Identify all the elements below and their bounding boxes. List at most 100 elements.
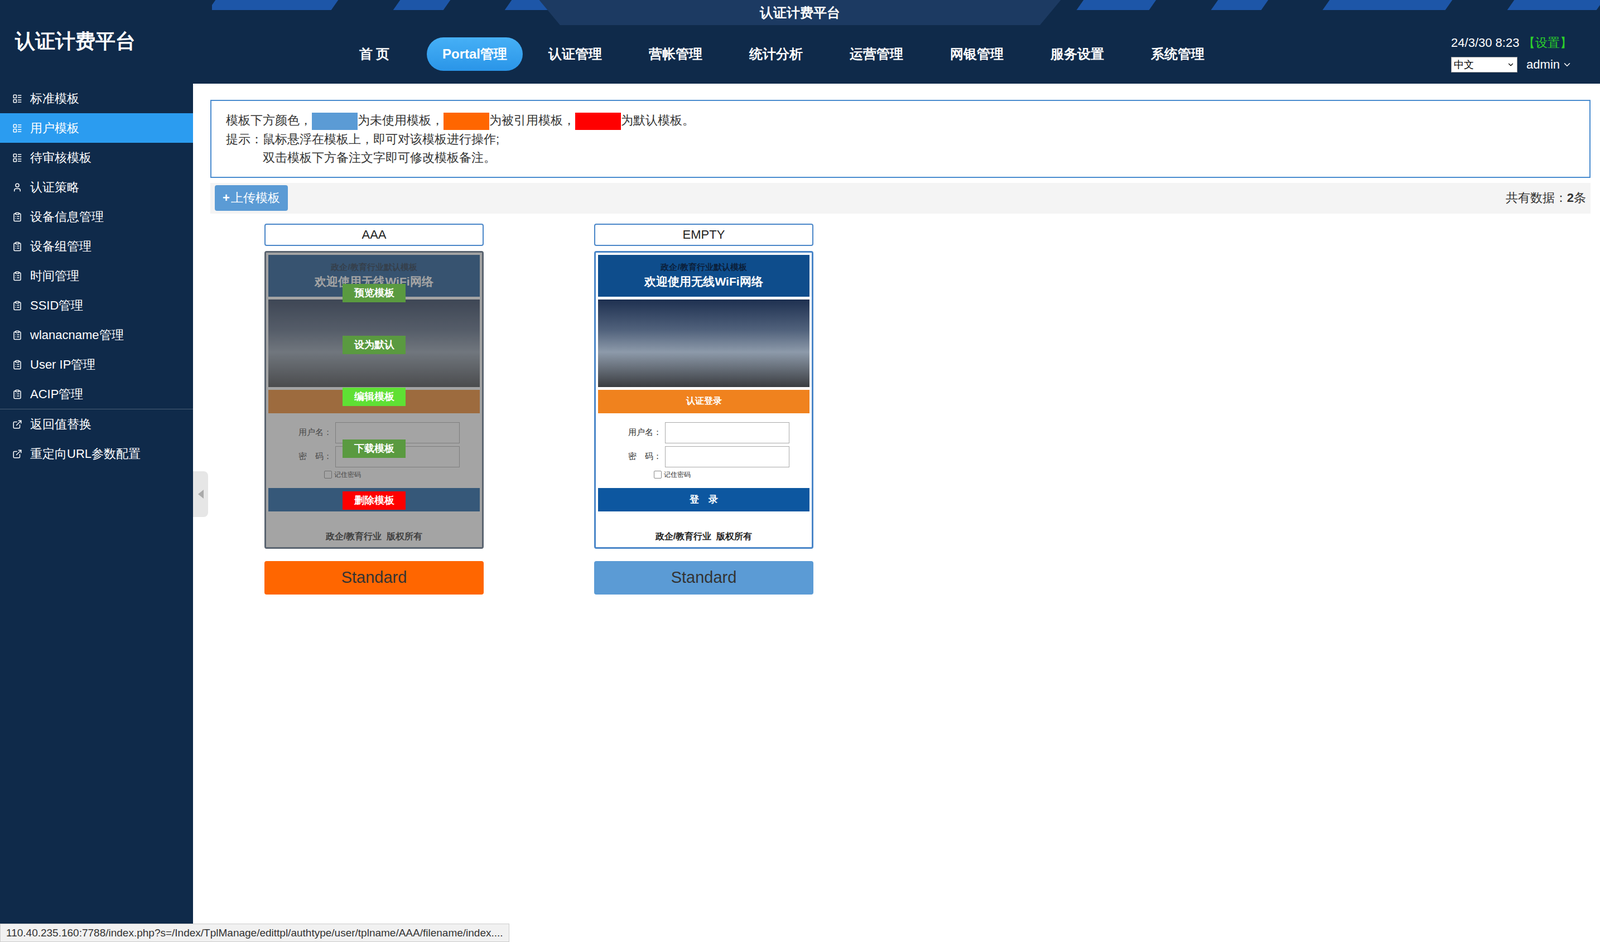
nav-item[interactable]: 网银管理 <box>928 37 1025 71</box>
template-action-button[interactable]: 预览模板 <box>342 283 406 303</box>
preview-form: 用户名： 密 码： 记住密码 <box>598 416 810 480</box>
sidebar-item[interactable]: 用户模板 <box>0 113 194 143</box>
preview-field-label: 用户名： <box>622 427 662 438</box>
toolbar: +上传模板 共有数据：2条 <box>210 182 1591 214</box>
sidebar-item[interactable]: 设备信息管理 <box>0 201 194 232</box>
preview-subtitle: 政企/教育行业默认模板 <box>660 262 747 273</box>
nav-item[interactable]: 系统管理 <box>1129 37 1226 71</box>
nav-item[interactable]: Portal管理 <box>426 37 523 71</box>
list-icon <box>12 152 23 163</box>
clipboard-icon <box>12 241 23 252</box>
template-list: AAA 政企/教育行业默认模板欢迎使用无线WiFi网络认证登录用户名： 密 码： 记住… <box>210 223 1591 595</box>
top-header: 认证计费平台认证计费平台首 页Portal管理认证管理营帐管理统计分析运营管理网… <box>0 0 1600 84</box>
sidebar-item[interactable]: ACIP管理 <box>0 379 194 409</box>
nav-item[interactable]: 首 页 <box>326 37 423 71</box>
preview-field-row: 用户名： <box>598 422 810 444</box>
nav-item[interactable]: 营帐管理 <box>627 37 724 71</box>
template-action-button[interactable]: 删除模板 <box>342 491 406 510</box>
template-preview[interactable]: 政企/教育行业默认模板欢迎使用无线WiFi网络认证登录用户名：密 码：记住密码登… <box>264 251 484 549</box>
sidebar-item[interactable]: 待审核模板 <box>0 142 194 173</box>
banner-stripe <box>1076 0 1157 11</box>
template-preview[interactable]: 政企/教育行业默认模板欢迎使用无线WiFi网络认证登录用户名： 密 码： 记住密码登… <box>594 251 814 549</box>
template-action-button[interactable]: 编辑模板 <box>342 387 406 407</box>
sidebar-item[interactable]: User IP管理 <box>0 349 194 380</box>
user-row: 中文 admin <box>1451 56 1573 73</box>
sidebar-item[interactable]: 标准模板 <box>0 83 194 114</box>
banner-stripe <box>392 0 451 11</box>
sidebar-item[interactable]: SSID管理 <box>0 290 194 321</box>
external-link-icon <box>12 419 23 430</box>
template-name: EMPTY <box>594 223 814 247</box>
template-name: AAA <box>264 223 484 247</box>
preview-field-row: 密 码： <box>598 446 810 468</box>
preview-username-input <box>664 422 790 444</box>
legend-swatch <box>311 112 358 130</box>
chevron-down-icon <box>1562 59 1573 70</box>
preview-login-button: 登 录 <box>598 488 810 512</box>
app-page: 认证计费平台认证计费平台首 页Portal管理认证管理营帐管理统计分析运营管理网… <box>0 0 1600 942</box>
tips: 提示：鼠标悬浮在模板上，即可对该模板进行操作;双击模板下方备注文字即可修改模板备… <box>225 129 1575 167</box>
chevron-down-icon <box>1506 60 1515 69</box>
clipboard-icon <box>12 211 23 223</box>
nav-item[interactable]: 运营管理 <box>828 37 925 71</box>
content: 模板下方颜色，为未使用模板，为被引用模板，为默认模板。提示：鼠标悬浮在模板上，即… <box>193 83 1600 942</box>
clipboard-icon <box>12 330 23 341</box>
banner-stripe <box>1507 0 1600 11</box>
nav-item[interactable]: 认证管理 <box>527 37 624 71</box>
template-note[interactable]: Standard <box>594 561 814 595</box>
nav-item[interactable]: 服务设置 <box>1029 37 1126 71</box>
preview-header: 政企/教育行业默认模板欢迎使用无线WiFi网络 <box>598 254 810 297</box>
tip-text: 鼠标悬浮在模板上，即可对该模板进行操作; <box>262 129 500 149</box>
external-link-icon <box>12 449 23 460</box>
legend-swatch <box>443 112 490 130</box>
preview-remember: 记住密码 <box>598 470 810 480</box>
app-logo: 认证计费平台 <box>0 0 194 84</box>
legend-swatch <box>575 112 621 130</box>
settings-link[interactable]: 【设置】 <box>1523 35 1573 50</box>
preview-footer: 政企/教育行业 版权所有 <box>598 531 810 546</box>
nav-item[interactable]: 统计分析 <box>728 37 824 71</box>
clipboard-icon <box>12 271 23 282</box>
template-action-button[interactable]: 下载模板 <box>342 439 406 459</box>
sidebar-item[interactable]: 认证策略 <box>0 172 194 202</box>
clipboard-icon <box>12 389 23 400</box>
header-right: 24/3/30 8:23 【设置】中文 admin <box>1451 0 1600 84</box>
sidebar-item[interactable]: 重定向URL参数配置 <box>0 439 194 469</box>
template-action-button[interactable]: 设为默认 <box>342 335 406 355</box>
preview-password-input <box>664 446 790 468</box>
collapse-arrow-icon <box>198 489 204 499</box>
list-icon <box>12 93 23 104</box>
template-actions-overlay: 预览模板设为默认编辑模板下载模板删除模板 <box>266 252 483 548</box>
template-card: EMPTY 政企/教育行业默认模板欢迎使用无线WiFi网络认证登录用户名： 密 码：… <box>594 223 814 595</box>
upload-button[interactable]: +上传模板 <box>214 185 288 211</box>
template-card: AAA 政企/教育行业默认模板欢迎使用无线WiFi网络认证登录用户名：密 码：记住… <box>264 223 484 595</box>
list-icon <box>12 123 23 134</box>
sidebar-item[interactable]: 时间管理 <box>0 261 194 291</box>
sidebar-item[interactable]: wlanacname管理 <box>0 320 194 350</box>
tip-text: 双击模板下方备注文字即可修改模板备注。 <box>262 148 500 167</box>
preview-title: 欢迎使用无线WiFi网络 <box>644 273 763 290</box>
preview-photo <box>598 299 810 388</box>
browser-status-bar: 110.40.235.160:7788/index.php?s=/Index/T… <box>0 923 510 942</box>
sidebar-item[interactable]: 设备组管理 <box>0 231 194 262</box>
sidebar-group: 标准模板用户模板待审核模板认证策略设备信息管理设备组管理时间管理SSID管理wl… <box>0 83 194 410</box>
user-icon <box>12 182 23 193</box>
banner-stripe <box>1210 0 1269 11</box>
clipboard-icon <box>12 300 23 311</box>
clipboard-icon <box>12 359 23 370</box>
top-banner: 认证计费平台 <box>539 0 1062 26</box>
sidebar: 标准模板用户模板待审核模板认证策略设备信息管理设备组管理时间管理SSID管理wl… <box>0 83 194 942</box>
datetime: 24/3/30 8:23 【设置】 <box>1451 34 1573 52</box>
banner-stripe <box>1322 0 1453 11</box>
template-note[interactable]: Standard <box>264 561 484 595</box>
sidebar-item[interactable]: 返回值替换 <box>0 409 194 440</box>
user-menu[interactable]: admin <box>1526 57 1573 72</box>
sidebar-collapse-handle[interactable] <box>193 471 209 518</box>
preview-login-bar: 认证登录 <box>598 389 810 414</box>
sidebar-group: 返回值替换重定向URL参数配置 <box>0 409 194 469</box>
language-select[interactable]: 中文 <box>1451 56 1518 73</box>
preview-field-label: 密 码： <box>622 451 662 462</box>
banner-stripe <box>211 0 339 11</box>
total-count: 共有数据：2条 <box>1505 189 1587 207</box>
notice-box: 模板下方颜色，为未使用模板，为被引用模板，为默认模板。提示：鼠标悬浮在模板上，即… <box>210 99 1591 178</box>
